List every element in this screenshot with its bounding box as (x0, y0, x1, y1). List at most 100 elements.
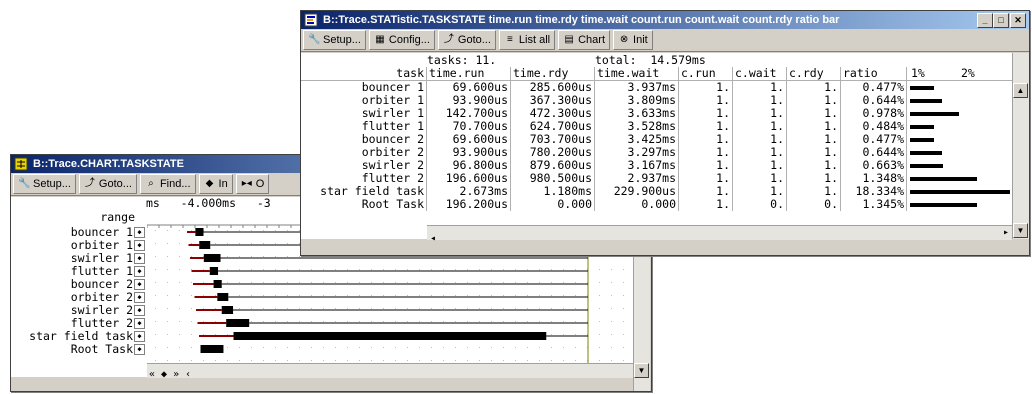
grid-dot (335, 256, 336, 257)
table-row[interactable]: bouncer 2 69.600us 703.700us 3.425ms 1. 1. 1. 0… (301, 133, 1012, 146)
chart-setup-button[interactable]: 🔧 Setup... (13, 174, 76, 194)
grid-dot (611, 321, 612, 322)
grid-dot (359, 360, 360, 361)
table-row[interactable]: swirler 2 96.800us 879.600us 3.167ms 1. 1. 1. 0… (301, 159, 1012, 172)
table-row[interactable]: star field task 2.673ms 1.180ms 229.900us 1.… (301, 185, 1012, 198)
expand-icon[interactable]: ◆ (134, 292, 145, 303)
grid-dot (503, 295, 504, 296)
grid-dot (239, 347, 240, 348)
expand-icon[interactable]: ◆ (134, 344, 145, 355)
expand-icon[interactable]: ◆ (134, 227, 145, 238)
grid-dot (191, 243, 192, 244)
task-label[interactable]: Root Task ◆ (11, 343, 147, 356)
grid-dot (359, 308, 360, 309)
chart-find-button[interactable]: ⌕ Find... (139, 174, 196, 194)
grid-dot (383, 321, 384, 322)
column-header-c-run[interactable]: c.run (679, 67, 733, 80)
column-header-ratio[interactable]: ratio (841, 67, 907, 80)
expand-icon[interactable]: ◆ (134, 253, 145, 264)
column-header-task[interactable]: task (301, 67, 427, 80)
expand-icon[interactable]: ◆ (134, 240, 145, 251)
zoom-out-icon: ▸◂ (241, 178, 252, 189)
chart-zoom-in-button[interactable]: ◆ In (198, 174, 233, 194)
table-row[interactable]: bouncer 1 69.600us 285.600us 3.937ms 1. 1. 1. 0… (301, 81, 1012, 94)
table-row[interactable]: orbiter 2 93.900us 780.200us 3.297ms 1. 1. 1. 0… (301, 146, 1012, 159)
grid-dot (623, 295, 624, 296)
grid-dot (527, 360, 528, 361)
scroll-left-icon[interactable]: ◂ (427, 233, 436, 244)
stat-goto-button[interactable]: ⤴ Goto... (437, 30, 496, 50)
expand-icon[interactable]: ◆ (134, 266, 145, 277)
ready-state-bar (197, 322, 227, 324)
grid-dot (215, 321, 216, 322)
stat-horizontal-scrollbar[interactable]: ◂ ▸ (427, 225, 1012, 244)
minimize-button[interactable]: _ (977, 13, 993, 28)
column-header-time-wait[interactable]: time.wait (595, 67, 679, 80)
bar-scale-header: 1% 2% (907, 67, 1007, 80)
grid-dot (539, 295, 540, 296)
cell-rdy: 1.180ms (511, 185, 595, 198)
chart-scroll-down-icon[interactable]: ▼ (634, 363, 649, 378)
chart-zoom-out-button[interactable]: ▸◂ O (235, 174, 270, 194)
ratio-bar (910, 203, 977, 207)
column-header-time-run[interactable]: time.run (427, 67, 511, 80)
maximize-button[interactable]: □ (993, 13, 1009, 28)
column-header-c-rdy[interactable]: c.rdy (787, 67, 841, 80)
scroll-right-icon[interactable]: ▸ (1003, 226, 1009, 240)
grid-dot (467, 282, 468, 283)
stat-window-title-bar[interactable]: B::Trace.STATistic.TASKSTATE time.run ti… (301, 11, 1029, 29)
grid-dot (623, 282, 624, 283)
expand-icon[interactable]: ◆ (134, 318, 145, 329)
grid-dot (455, 360, 456, 361)
expand-icon[interactable]: ◆ (134, 279, 145, 290)
stat-list-all-button[interactable]: ≡ List all (498, 30, 556, 50)
stat-scroll-down-icon[interactable]: ▼ (1013, 223, 1028, 238)
grid-dot (179, 360, 180, 361)
ratio-bar (910, 99, 942, 103)
chart-scroll-buttons[interactable]: « ◆ » ‹ (147, 369, 191, 380)
grid-dot (503, 269, 504, 270)
grid-dot (443, 360, 444, 361)
cell-crun: 1. (679, 198, 733, 211)
expand-icon[interactable]: ◆ (134, 331, 145, 342)
grid-dot (419, 295, 420, 296)
table-row[interactable]: Root Task 196.200us 0.000 0.000 1. 0. 0. 1.345% (301, 198, 1012, 211)
grid-dot (311, 347, 312, 348)
grid-dot (263, 308, 264, 309)
close-button[interactable]: ✕ (1010, 13, 1026, 28)
grid-dot (155, 360, 156, 361)
grid-dot (359, 282, 360, 283)
column-header-c-wait[interactable]: c.wait (733, 67, 787, 80)
table-row[interactable]: flutter 1 70.700us 624.700us 3.528ms 1. 1. 1. 0… (301, 120, 1012, 133)
running-state-bar (221, 306, 234, 314)
stat-config-button[interactable]: ▦ Config... (368, 30, 435, 50)
stat-chart-button[interactable]: ▤ Chart (558, 30, 611, 50)
chart-goto-button[interactable]: ⤴ Goto... (78, 174, 137, 194)
grid-dot (179, 230, 180, 231)
grid-dot (299, 256, 300, 257)
grid-dot (431, 282, 432, 283)
table-row[interactable]: swirler 1 142.700us 472.300us 3.633ms 1. 1. 1.… (301, 107, 1012, 120)
table-row[interactable]: orbiter 1 93.900us 367.300us 3.809ms 1. 1. 1. 0… (301, 94, 1012, 107)
cell-crdy: 0. (787, 198, 841, 211)
chart-horizontal-scrollbar[interactable]: « ◆ » ‹ (147, 363, 633, 380)
expand-icon[interactable]: ◆ (134, 305, 145, 316)
grid-dot (167, 243, 168, 244)
stat-scroll-up-icon[interactable]: ▲ (1013, 83, 1028, 98)
stat-setup-button[interactable]: 🔧 Setup... (303, 30, 366, 50)
table-row[interactable]: flutter 2 196.600us 980.500us 2.937ms 1. 1. 1.… (301, 172, 1012, 185)
cell-task: bouncer 1 (301, 81, 427, 94)
running-state-bar (195, 228, 204, 236)
cell-cwait: 0. (733, 198, 787, 211)
stat-vertical-scrollbar[interactable]: ▲ ▼ (1012, 53, 1029, 239)
column-header-time-rdy[interactable]: time.rdy (511, 67, 595, 80)
grid-dot (335, 308, 336, 309)
cell-rdy: 367.300us (511, 94, 595, 107)
grid-dot (443, 269, 444, 270)
grid-dot (395, 347, 396, 348)
stat-init-button[interactable]: ⊗ Init (613, 30, 653, 50)
grid-dot (287, 321, 288, 322)
cell-run: 69.600us (427, 133, 511, 146)
grid-dot (275, 295, 276, 296)
grid-dot (431, 321, 432, 322)
